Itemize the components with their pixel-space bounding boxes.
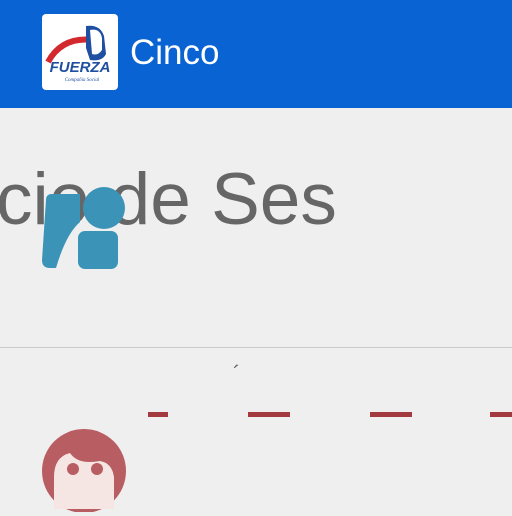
input-underline-dash [490,412,512,417]
input-underline-dash [248,412,290,417]
svg-text:Compañía Social: Compañía Social [65,78,100,83]
accent-mark: ´ [233,361,241,386]
face-icon [40,427,128,516]
user-id-icon [40,186,128,274]
input-underline-dash [148,412,168,417]
app-bar: FUERZA Compañía Social Cinco [0,0,512,108]
section-divider [0,347,512,348]
input-underline-dash [370,412,412,417]
app-logo: FUERZA Compañía Social [42,14,118,90]
fuerza-logo-icon: FUERZA Compañía Social [45,25,111,83]
app-title: Cinco [130,33,220,72]
svg-text:FUERZA: FUERZA [50,59,111,76]
